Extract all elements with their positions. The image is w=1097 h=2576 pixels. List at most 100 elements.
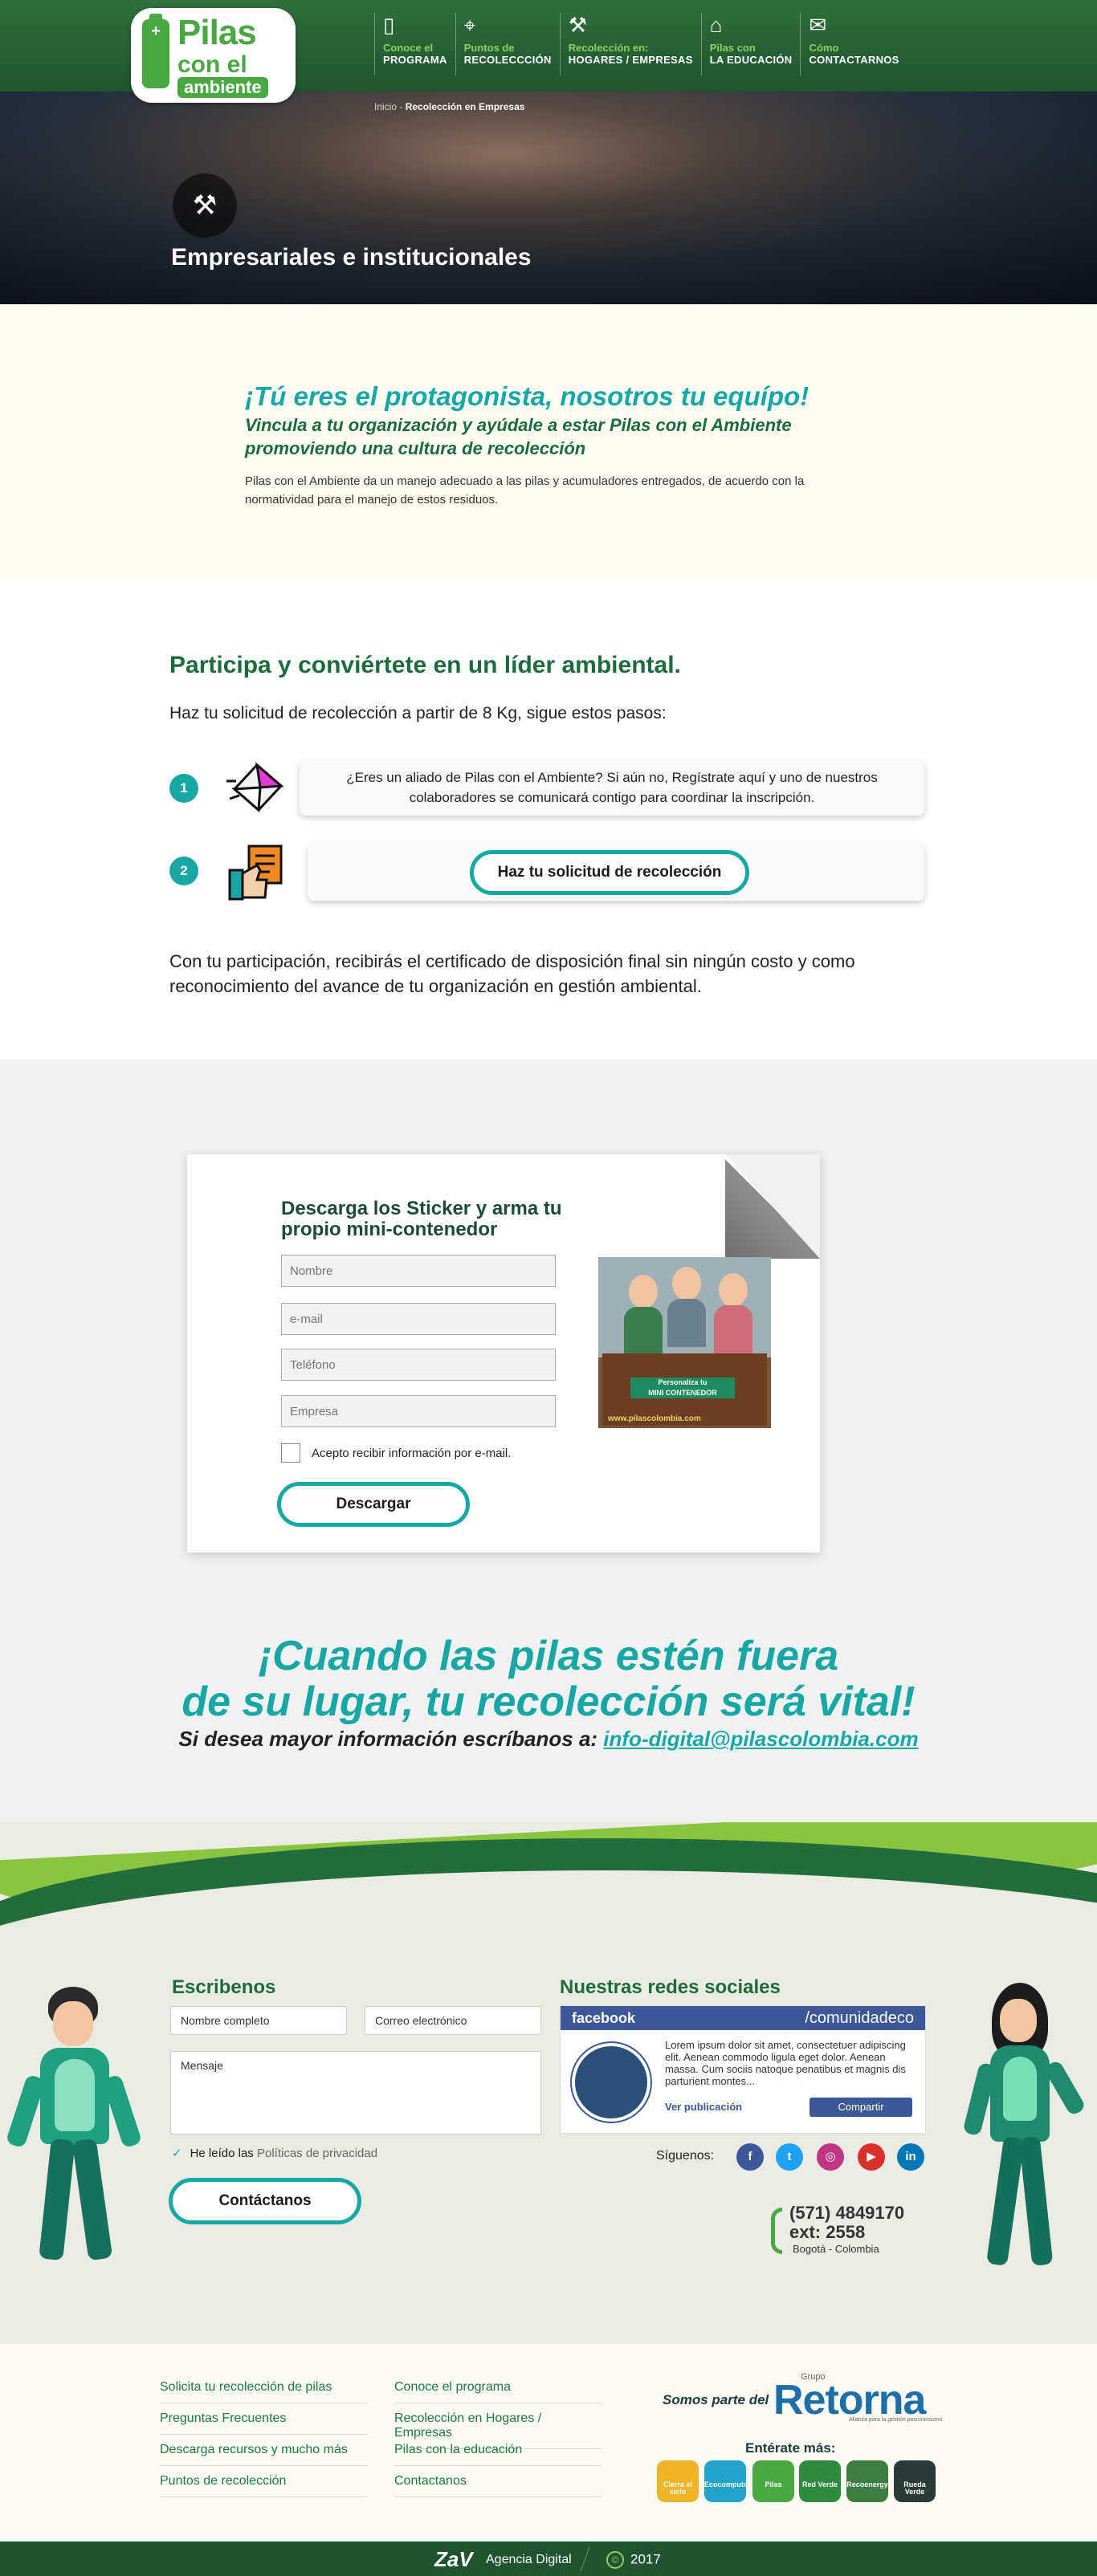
zav-logo[interactable]: ZaV bbox=[434, 2547, 473, 2572]
nav-label-bottom: HOGARES / EMPRESAS bbox=[568, 54, 693, 66]
privacy-consent[interactable]: ✓ He leído las Políticas de privacidad bbox=[172, 2146, 377, 2160]
page-title: Empresariales e institucionales bbox=[171, 244, 532, 271]
intro-subheading: Vincula a tu organización y ayúdale a es… bbox=[245, 415, 792, 458]
privacy-policy-link[interactable]: Políticas de privacidad bbox=[257, 2147, 377, 2160]
footer-link-solicita[interactable]: Solicita tu recolección de pilas bbox=[160, 2380, 367, 2403]
step-number-1: 1 bbox=[169, 774, 198, 803]
cierra-el-ciclo-logo[interactable]: Cierra el ciclo bbox=[657, 2460, 699, 2502]
cta-heading: ¡Cuando las pilas estén fuera de su luga… bbox=[0, 1633, 1097, 1725]
promo-person-body bbox=[624, 1307, 663, 1355]
facebook-icon[interactable]: f bbox=[736, 2143, 764, 2171]
site-logo[interactable]: Pilas con el ambiente bbox=[131, 8, 296, 103]
twitter-icon[interactable]: t bbox=[776, 2143, 803, 2171]
step-1-text: ¿Eres un aliado de Pilas con el Ambiente… bbox=[346, 770, 878, 805]
logo-text-con-el: con el bbox=[177, 51, 247, 78]
nav-label-top: Puntos de bbox=[463, 42, 515, 54]
nav-contactarnos[interactable]: ✉ Cómo CONTACTARNOS bbox=[800, 13, 907, 75]
worker-icon: ⚒ bbox=[568, 13, 588, 37]
breadcrumb: Inicio - Recolección en Empresas bbox=[374, 101, 524, 112]
somos-parte-label: Somos parte del bbox=[663, 2392, 769, 2407]
instagram-icon[interactable]: ◎ bbox=[817, 2143, 844, 2171]
nav-recoleccion-hogares-empresas[interactable]: ⚒ Recolección en: HOGARES / EMPRESAS bbox=[559, 13, 701, 75]
female-hero-character bbox=[960, 1983, 1087, 2272]
download-button[interactable]: Descargar bbox=[277, 1482, 470, 1527]
sticker-title: Descarga los Sticker y arma tu propio mi… bbox=[281, 1198, 562, 1241]
graduation-cap-icon: ⌂ bbox=[709, 13, 723, 37]
ecocomputo-logo[interactable]: Ecocomputo bbox=[704, 2460, 748, 2502]
pilas-logo[interactable]: Pilas bbox=[752, 2460, 794, 2502]
copyright-icon: © bbox=[606, 2551, 624, 2569]
mail-icon: ✉ bbox=[809, 13, 827, 37]
footer-link-puntos[interactable]: Puntos de recolección bbox=[160, 2474, 367, 2497]
contact-heading: Escribenos bbox=[172, 1976, 276, 1998]
intro-section: ¡Tú eres el protagonista, nosotros tu eq… bbox=[0, 304, 1097, 578]
nav-label-bottom: CONTACTARNOS bbox=[809, 54, 899, 66]
facebook-widget: facebook /comunidadeco Lorem ipsum dolor… bbox=[560, 2005, 926, 2134]
worker-icon: ⚒ bbox=[173, 173, 237, 238]
logo-text-ambiente: ambiente bbox=[177, 77, 268, 98]
consent-checkbox[interactable] bbox=[281, 1443, 300, 1463]
char-face bbox=[1000, 1999, 1037, 2042]
nav-puntos-recoleccion[interactable]: ⌖ Puntos de RECOLECCCIÓN bbox=[455, 13, 560, 75]
red-verde-logo[interactable]: Red Verde bbox=[799, 2460, 841, 2502]
breadcrumb-separator: - bbox=[397, 101, 406, 112]
promo-person-body bbox=[714, 1305, 752, 1353]
phone-handset-icon bbox=[771, 2208, 782, 2254]
hero-banner: Inicio - Recolección en Empresas ⚒ Empre… bbox=[0, 92, 1097, 304]
sticker-name-input[interactable] bbox=[281, 1255, 556, 1287]
contact-submit-button[interactable]: Contáctanos bbox=[169, 2178, 361, 2224]
contact-name-input[interactable]: Nombre completo bbox=[170, 2006, 347, 2035]
facebook-handle: /comunidadeco bbox=[805, 2009, 914, 2027]
intro-body: Pilas con el Ambiente da un manejo adecu… bbox=[245, 474, 805, 507]
book-icon: ▯ bbox=[383, 13, 395, 37]
footer-link-contactanos[interactable]: Contactanos bbox=[394, 2474, 602, 2497]
char-leg bbox=[985, 2135, 1026, 2267]
promo-person bbox=[719, 1273, 748, 1307]
sticker-company-input[interactable] bbox=[281, 1395, 556, 1427]
youtube-icon[interactable]: ▶ bbox=[858, 2143, 885, 2171]
facebook-brand: facebook bbox=[572, 2010, 636, 2026]
footer-link-conoce[interactable]: Conoce el programa bbox=[394, 2380, 602, 2403]
footer-link-descarga[interactable]: Descarga recursos y mucho más bbox=[160, 2443, 367, 2466]
step-number-2: 2 bbox=[169, 857, 198, 885]
nav-conoce-programa[interactable]: ▯ Conoce el PROGRAMA bbox=[374, 13, 455, 75]
nav-label-top: Conoce el bbox=[383, 42, 434, 54]
nav-label-bottom: RECOLECCCIÓN bbox=[463, 54, 552, 66]
nav-label-bottom: PROGRAMA bbox=[383, 54, 447, 66]
contact-message-textarea[interactable]: Mensaje bbox=[170, 2051, 541, 2134]
sticker-phone-input[interactable] bbox=[281, 1349, 556, 1381]
breadcrumb-home[interactable]: Inicio bbox=[374, 101, 397, 112]
cta-email-link[interactable]: info-digital@pilascolombia.com bbox=[603, 1727, 918, 1751]
male-hero-character bbox=[5, 1987, 143, 2268]
social-heading: Nuestras redes sociales bbox=[560, 1976, 781, 1998]
nav-label-top: Cómo bbox=[809, 42, 839, 54]
bottom-bar: ZaV Agencia Digital © 2017 bbox=[0, 2541, 1097, 2576]
share-button[interactable]: Compartir bbox=[809, 2098, 912, 2117]
footer-link-preguntas[interactable]: Preguntas Frecuentes bbox=[160, 2411, 367, 2435]
cta-line1: ¡Cuando las pilas estén fuera bbox=[258, 1633, 839, 1679]
cta-contact: Si desea mayor información escríbanos a:… bbox=[0, 1727, 1097, 1752]
rueda-verde-logo[interactable]: Rueda Verde bbox=[894, 2460, 936, 2502]
intro-heading: ¡Tú eres el protagonista, nosotros tu eq… bbox=[245, 381, 809, 411]
linkedin-icon[interactable]: in bbox=[897, 2143, 924, 2171]
footer-link-educacion[interactable]: Pilas con la educación bbox=[394, 2443, 602, 2466]
map-pin-icon: ⌖ bbox=[463, 13, 476, 37]
copyright-year: 2017 bbox=[630, 2551, 661, 2567]
promo-url: www.pilascolombia.com bbox=[608, 1414, 701, 1423]
copyright: © 2017 bbox=[606, 2551, 661, 2569]
facebook-widget-header: facebook /comunidadeco bbox=[561, 2006, 925, 2030]
nav-pilas-educacion[interactable]: ⌂ Pilas con LA EDUCACIÓN bbox=[700, 13, 801, 75]
breadcrumb-current: Recolección en Empresas bbox=[405, 101, 525, 112]
view-post-link[interactable]: Ver publicación bbox=[665, 2101, 742, 2113]
recoenergy-logo[interactable]: Recoenergy bbox=[846, 2460, 888, 2502]
contact-email-input[interactable]: Correo electrónico bbox=[365, 2006, 541, 2035]
step-card-1[interactable]: ¿Eres un aliado de Pilas con el Ambiente… bbox=[300, 760, 924, 816]
sticker-email-input[interactable] bbox=[281, 1303, 556, 1335]
promo-person bbox=[672, 1267, 701, 1300]
participa-heading: Participa y conviértete en un líder ambi… bbox=[169, 652, 681, 678]
participa-outro: Con tu participación, recibirás el certi… bbox=[169, 951, 855, 996]
facebook-post-text: Lorem ipsum dolor sit amet, consectetuer… bbox=[665, 2039, 906, 2087]
check-icon[interactable]: ✓ bbox=[172, 2147, 182, 2160]
sticker-consent[interactable]: Acepto recibir información por e-mail. bbox=[281, 1443, 511, 1463]
request-collection-button[interactable]: Haz tu solicitud de recolección bbox=[470, 850, 749, 895]
